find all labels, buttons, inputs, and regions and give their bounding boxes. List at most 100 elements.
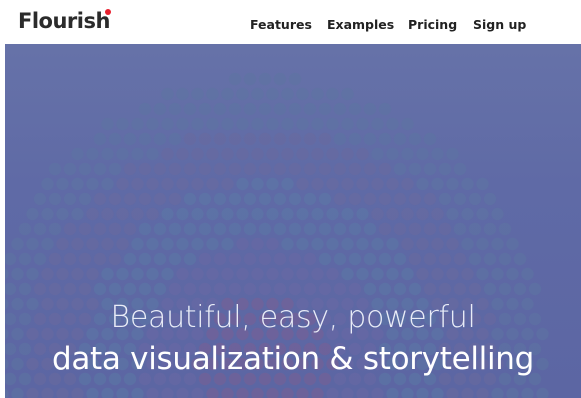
hero-headline: Beautiful, easy, powerful bbox=[110, 300, 476, 335]
hero-decor-dot bbox=[78, 252, 92, 266]
hero-decor-dot bbox=[63, 252, 77, 266]
hero-decor-dot bbox=[108, 282, 122, 296]
hero-decor-dot bbox=[266, 237, 279, 251]
hero-decor-dot bbox=[33, 282, 47, 296]
hero-decor-dot bbox=[288, 252, 302, 266]
hero-decor-dot bbox=[191, 237, 204, 251]
hero-decor-dot bbox=[5, 268, 9, 280]
hero-decor-dot bbox=[18, 282, 32, 296]
hero-decor-dot bbox=[281, 267, 294, 281]
nav-link-examples[interactable]: Examples bbox=[327, 17, 394, 33]
hero-decor-dot bbox=[386, 207, 399, 221]
nav-link-sign-up[interactable]: Sign up bbox=[473, 17, 526, 33]
hero-decor-dot bbox=[266, 117, 279, 131]
hero-decor-dot bbox=[183, 132, 197, 146]
hero-decor-dot bbox=[26, 387, 39, 398]
hero-decor-dot bbox=[446, 147, 459, 161]
hero-decor-dot bbox=[311, 267, 324, 281]
hero-decor-dot bbox=[41, 387, 54, 398]
hero-decor-dot bbox=[311, 87, 324, 101]
hero-decor-dot bbox=[116, 147, 129, 161]
hero-decor-dot bbox=[401, 147, 414, 161]
hero-decor-dot bbox=[236, 207, 249, 221]
hero-decor-dot bbox=[108, 162, 122, 176]
hero-decor-dot bbox=[483, 282, 497, 296]
hero-decor-dot bbox=[213, 252, 227, 266]
hero-decor-dot bbox=[258, 72, 272, 86]
hero-decor-dot bbox=[318, 222, 332, 236]
hero-decor-dot bbox=[288, 222, 302, 236]
nav-link-features[interactable]: Features bbox=[250, 17, 312, 33]
hero-decor-dot bbox=[356, 237, 369, 251]
hero-decor-dot bbox=[198, 192, 212, 206]
hero-decor-dot bbox=[138, 102, 152, 116]
hero-decor-dot bbox=[146, 387, 159, 398]
hero-decor-dot bbox=[491, 387, 504, 398]
hero-decor-dot bbox=[138, 162, 152, 176]
hero-decor-dot bbox=[266, 267, 279, 281]
page: Flourish Features Examples Pricing Sign … bbox=[0, 0, 581, 398]
hero-decor-dot bbox=[461, 267, 474, 281]
nav-link-pricing[interactable]: Pricing bbox=[408, 17, 457, 33]
hero-decor-dot bbox=[176, 117, 189, 131]
hero-decor-dot bbox=[168, 192, 182, 206]
flourish-logo[interactable]: Flourish bbox=[18, 8, 110, 34]
hero-decor-dot bbox=[431, 147, 444, 161]
hero-decor-dot bbox=[341, 147, 354, 161]
hero-decor-dot bbox=[311, 177, 324, 191]
hero-decor-dot bbox=[258, 192, 272, 206]
hero-decor-dot bbox=[123, 162, 137, 176]
hero-decor-dot bbox=[416, 267, 429, 281]
hero-decor-dot bbox=[333, 192, 347, 206]
hero-decor-dot bbox=[438, 222, 452, 236]
hero-decor-dot bbox=[446, 237, 459, 251]
hero-decor-dot bbox=[86, 177, 99, 191]
hero-decor-dot bbox=[228, 132, 242, 146]
hero-decor-dot bbox=[116, 207, 129, 221]
hero-decor-dot bbox=[408, 132, 422, 146]
hero-decor-dot bbox=[311, 147, 324, 161]
hero-decor-dot bbox=[423, 282, 437, 296]
hero-decor-dot bbox=[176, 237, 189, 251]
hero-decor-dot bbox=[363, 252, 377, 266]
hero-decor-dot bbox=[153, 102, 167, 116]
hero-decor-dot bbox=[138, 282, 152, 296]
hero-decor-dot bbox=[438, 252, 452, 266]
hero-decor-dot bbox=[431, 237, 444, 251]
hero-decor-dot bbox=[168, 252, 182, 266]
hero-decor-dot bbox=[101, 147, 114, 161]
hero-decor-dot bbox=[498, 282, 512, 296]
hero-decor-dot bbox=[176, 387, 189, 398]
hero-decor-dot bbox=[498, 252, 512, 266]
hero-decor-dot bbox=[468, 192, 482, 206]
hero-decor-dot bbox=[296, 117, 309, 131]
hero-decor-dot bbox=[468, 252, 482, 266]
hero-decor-dot bbox=[236, 117, 249, 131]
hero-decor-dot bbox=[206, 117, 219, 131]
hero-decor-dot bbox=[86, 237, 99, 251]
hero-decor-dot bbox=[341, 87, 354, 101]
hero-decor-dot bbox=[258, 162, 272, 176]
hero-decor-dot bbox=[168, 282, 182, 296]
hero-decor-dot bbox=[176, 87, 189, 101]
hero-decor-dot bbox=[33, 222, 47, 236]
hero-decor-dot bbox=[423, 132, 437, 146]
hero-decor-dot bbox=[243, 282, 257, 296]
hero-decor-dot bbox=[221, 87, 234, 101]
hero-decor-dot bbox=[183, 222, 197, 236]
hero-decor-dot bbox=[341, 267, 354, 281]
hero-decor-dot bbox=[348, 192, 362, 206]
hero-decor-dot bbox=[108, 132, 122, 146]
hero-decor-dot bbox=[161, 147, 174, 161]
logo-dot-icon bbox=[105, 9, 111, 15]
hero-decor-dot bbox=[296, 267, 309, 281]
hero-decor-dot bbox=[303, 252, 317, 266]
hero-decor-dot bbox=[461, 207, 474, 221]
hero-decor-dot bbox=[363, 282, 377, 296]
hero-decor-dot bbox=[251, 117, 264, 131]
hero-decor-dot bbox=[93, 132, 107, 146]
hero-decor-dot bbox=[138, 252, 152, 266]
hero-decor-dot bbox=[48, 282, 62, 296]
hero-decor-dot bbox=[131, 177, 144, 191]
hero-decor-dot bbox=[146, 117, 159, 131]
